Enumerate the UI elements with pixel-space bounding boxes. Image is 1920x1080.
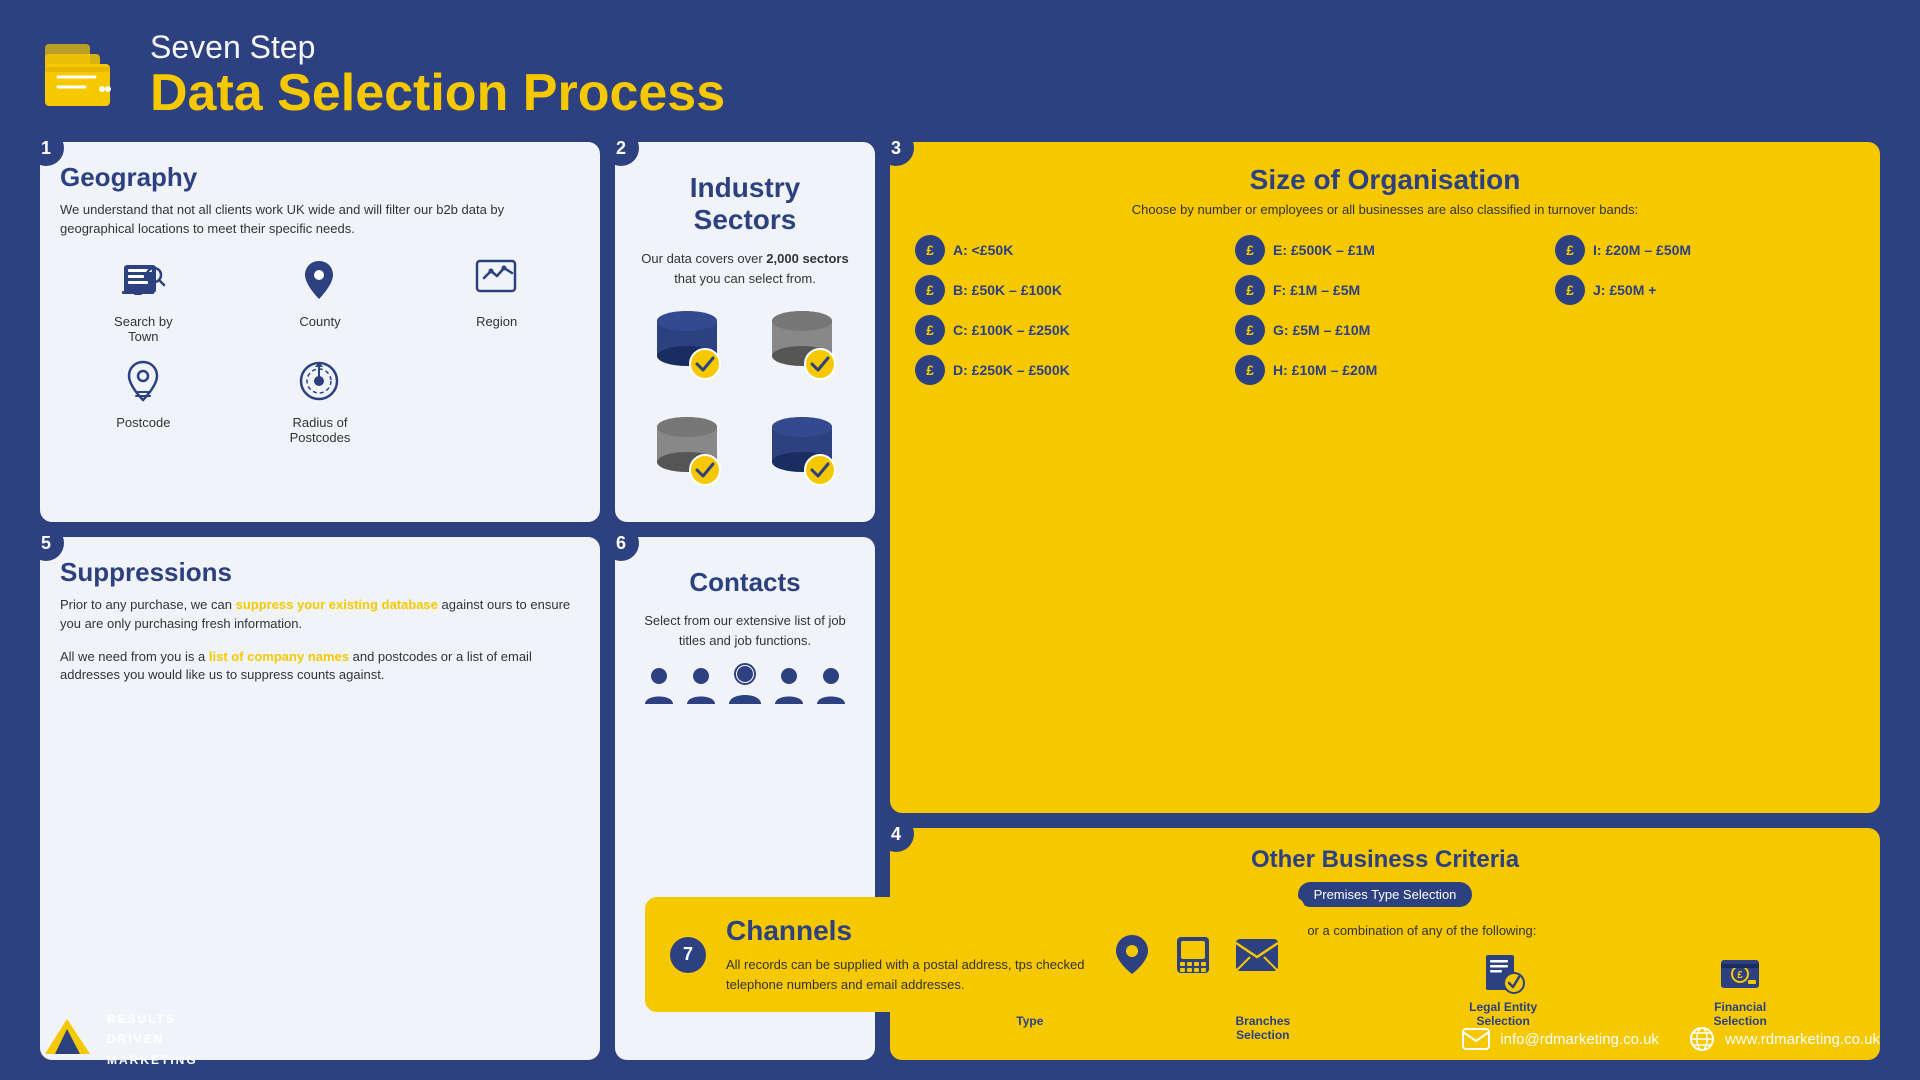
header-text: Seven Step Data Selection Process: [150, 30, 725, 122]
logo-icon: [40, 39, 130, 114]
region-icon: [467, 253, 527, 308]
step6-description: Select from our extensive list of job ti…: [635, 611, 855, 650]
footer: RESULTS DRIVEN MARKETING info@rdmarketin…: [40, 1009, 1880, 1070]
header-subtitle: Seven Step: [150, 30, 725, 65]
contact-person-icons: [635, 662, 855, 706]
geo-radius: Radius ofPostcodes: [237, 354, 404, 445]
step7-description: All records can be supplied with a posta…: [726, 955, 1097, 994]
step2-industry: 2 Industry Sectors Our data covers over …: [615, 142, 875, 522]
step7-badge: 7: [670, 937, 706, 973]
step4-badge: 4: [878, 816, 914, 852]
radius-label: Radius ofPostcodes: [290, 415, 351, 445]
step3-subtitle: Choose by number or employees or all bus…: [915, 201, 1855, 219]
step3-title: Size of Organisation: [915, 164, 1855, 196]
size-band-a: £ A: <£50K: [915, 235, 1215, 265]
step1-badge: 1: [28, 130, 64, 166]
step7-channels: 7 Channels All records can be supplied w…: [645, 897, 1305, 1012]
step3-size: 3 Size of Organisation Choose by number …: [890, 142, 1880, 813]
footer-logo: RESULTS DRIVEN MARKETING: [40, 1009, 198, 1070]
size-band-i: £ I: £20M – £50M: [1555, 235, 1855, 265]
person-icon-highlight: [725, 662, 765, 706]
person-icon-3: [771, 666, 807, 706]
search-by-town-icon: [113, 253, 173, 308]
size-band-b: £ B: £50K – £100K: [915, 275, 1215, 305]
geo-region: Region: [413, 253, 580, 344]
step1-geography: 1 Geography We understand that not all c…: [40, 142, 600, 522]
step1-title: Geography: [60, 162, 580, 193]
header-title: Data Selection Process: [150, 65, 725, 122]
channel-icons: [1112, 932, 1280, 977]
premises-badge: Premises Type Selection: [1298, 882, 1473, 907]
person-icon-2: [683, 666, 719, 706]
geo-county: County: [237, 253, 404, 344]
telephone-icon: [1172, 934, 1214, 976]
step5-text2: All we need from you is a list of compan…: [60, 648, 580, 684]
region-label: Region: [476, 314, 517, 329]
footer-logo-text: RESULTS DRIVEN MARKETING: [107, 1009, 198, 1070]
search-by-town-label: Search byTown: [114, 314, 173, 344]
step7-title: Channels: [726, 915, 1097, 947]
footer-logo-icon: [40, 1014, 95, 1064]
db-icon-3: [635, 412, 740, 497]
person-icon-1: [641, 666, 677, 706]
step6-title: Contacts: [635, 567, 855, 598]
county-icon: [290, 253, 350, 308]
header: Seven Step Data Selection Process: [40, 30, 1880, 122]
size-band-g: £ G: £5M – £10M: [1235, 315, 1535, 345]
postcode-icon: [113, 354, 173, 409]
db-icon-1: [635, 306, 740, 391]
footer-contact: info@rdmarketing.co.uk www.rdmarketing.c…: [1462, 1026, 1880, 1052]
size-band-d: £ D: £250K – £500K: [915, 355, 1215, 385]
step5-suppressions: 5 Suppressions Prior to any purchase, we…: [40, 537, 600, 1060]
geography-icons: Search byTown County: [60, 253, 580, 445]
step2-badge: 2: [603, 130, 639, 166]
step7-content: Channels All records can be supplied wit…: [726, 915, 1097, 994]
size-band-c: £ C: £100K – £250K: [915, 315, 1215, 345]
person-icon-4: [813, 666, 849, 706]
step3-badge: 3: [878, 130, 914, 166]
radius-icon: [290, 354, 350, 409]
size-bands: £ A: <£50K £ E: £500K – £1M £ I: £20M – …: [915, 235, 1855, 385]
step1-description: We understand that not all clients work …: [60, 201, 580, 237]
size-band-j: £ J: £50M +: [1555, 275, 1855, 305]
footer-email: info@rdmarketing.co.uk: [1462, 1028, 1659, 1050]
db-icon-2: [750, 306, 855, 391]
svg-text:£: £: [1737, 970, 1743, 981]
size-band-e: £ E: £500K – £1M: [1235, 235, 1535, 265]
step2-title: Industry Sectors: [635, 172, 855, 236]
geo-postcode: Postcode: [60, 354, 227, 445]
step6-badge: 6: [603, 525, 639, 561]
db-icon-4: [750, 412, 855, 497]
county-label: County: [299, 314, 340, 329]
step5-text1: Prior to any purchase, we can suppress y…: [60, 596, 580, 632]
globe-icon: [1689, 1026, 1715, 1052]
email-icon: [1462, 1028, 1490, 1050]
envelope-icon: [1234, 937, 1280, 973]
step5-badge: 5: [28, 525, 64, 561]
footer-website: www.rdmarketing.co.uk: [1689, 1026, 1880, 1052]
location-icon: [1112, 932, 1152, 977]
size-band-f: £ F: £1M – £5M: [1235, 275, 1535, 305]
step4-title: Other Business Criteria: [915, 846, 1855, 874]
step5-title: Suppressions: [60, 557, 580, 588]
step2-description: Our data covers over 2,000 sectors that …: [635, 249, 855, 288]
size-band-h: £ H: £10M – £20M: [1235, 355, 1535, 385]
geo-search-by-town: Search byTown: [60, 253, 227, 344]
postcode-label: Postcode: [116, 415, 170, 430]
